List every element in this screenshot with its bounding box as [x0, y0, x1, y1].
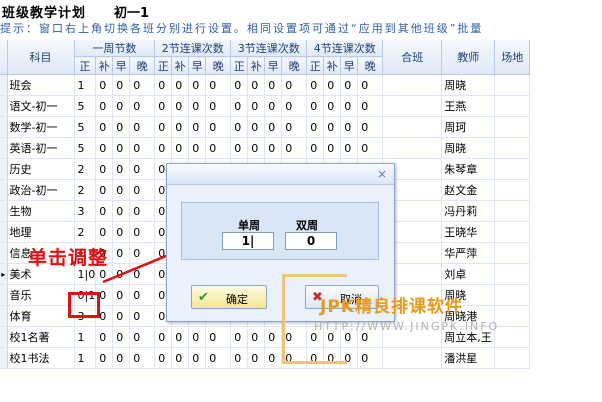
single-week-label: 单周: [238, 219, 260, 232]
check-icon: ✔: [198, 290, 209, 305]
week-panel: 单周 双周: [181, 202, 379, 260]
double-week-label: 双周: [296, 219, 318, 232]
ok-button[interactable]: ✔ 确定: [191, 285, 267, 309]
close-icon[interactable]: ×: [377, 167, 387, 181]
watermark-name: JPK精良排课软件: [320, 297, 463, 317]
double-week-input[interactable]: [285, 232, 337, 250]
dialog-titlebar: ×: [167, 164, 394, 185]
single-week-input[interactable]: [222, 232, 274, 250]
ok-button-label: 确定: [226, 293, 248, 306]
watermark-logo: [282, 274, 347, 364]
watermark-url: HTTP://WWW.JINGPK.INFO: [314, 320, 500, 333]
